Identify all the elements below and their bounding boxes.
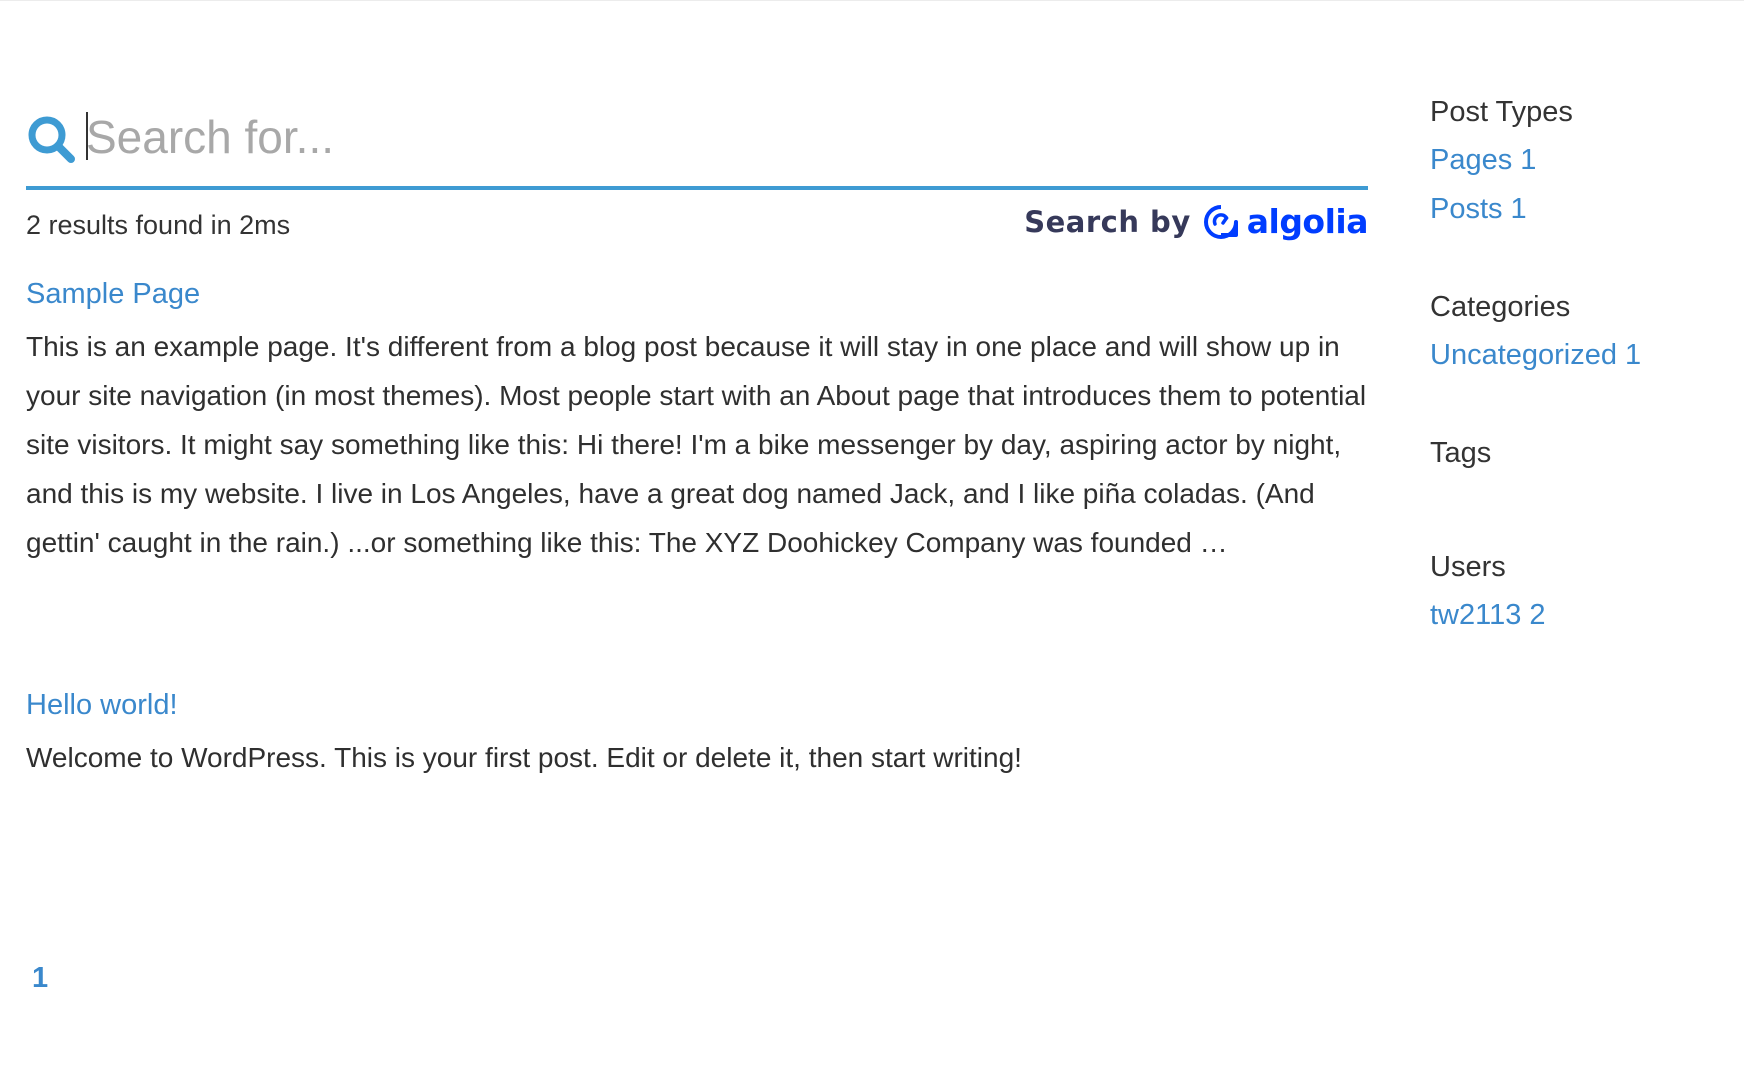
facet-title: Categories — [1430, 291, 1571, 323]
search-icon — [28, 116, 75, 163]
hit-excerpt: This is an example page. It's different … — [26, 331, 1367, 558]
search-input[interactable] — [86, 104, 1356, 170]
facets-sidebar: Post Types Pages 1 Posts 1 Categories Unca… — [1430, 92, 1730, 693]
hit-excerpt: Welcome to WordPress. This is your first… — [26, 742, 1022, 773]
facet-title: Tags — [1430, 437, 1492, 469]
facet-item-label: Pages — [1430, 144, 1513, 176]
algolia-logo-icon — [1203, 204, 1238, 239]
hit-item: Hello world! Welcome to WordPress. This … — [26, 685, 1368, 782]
facet-item-count: 1 — [1510, 193, 1527, 225]
pagination: 1 — [32, 962, 48, 995]
facet-title: Users — [1430, 551, 1506, 583]
facet-item-count: 1 — [1625, 339, 1642, 371]
algolia-logo: algolia — [1203, 202, 1369, 241]
facet-item-label: Uncategorized — [1430, 339, 1617, 371]
search-by-algolia-link[interactable]: Search by algolia — [1024, 202, 1368, 241]
search-results-main: 2 results found in 2ms Search by algolia… — [26, 96, 1369, 900]
search-by-label: Search by — [1024, 204, 1191, 239]
facet-item-posts[interactable]: Posts 1 — [1430, 189, 1730, 229]
facet-item-label: tw2113 — [1430, 599, 1522, 631]
facet-title: Post Types — [1430, 96, 1573, 128]
search-meta: 2 results found in 2ms Search by algolia — [26, 190, 1369, 252]
facet-categories: Categories Uncategorized 1 — [1430, 287, 1730, 375]
hits-list: Sample Page This is an example page. It'… — [26, 274, 1368, 782]
search-bar — [26, 96, 1368, 190]
facet-item-pages[interactable]: Pages 1 — [1430, 140, 1730, 180]
facet-item-count: 1 — [1520, 144, 1537, 176]
facet-post-types: Post Types Pages 1 Posts 1 — [1430, 92, 1730, 229]
top-divider — [0, 0, 1744, 1]
algolia-wordmark: algolia — [1246, 202, 1369, 241]
hit-title-link[interactable]: Hello world! — [26, 685, 178, 725]
facet-item-tw2113[interactable]: tw2113 2 — [1430, 595, 1730, 635]
hit-item: Sample Page This is an example page. It'… — [26, 274, 1368, 567]
facet-item-uncategorized[interactable]: Uncategorized 1 — [1430, 335, 1730, 375]
facet-users: Users tw2113 2 — [1430, 547, 1730, 635]
facet-tags: Tags — [1430, 433, 1730, 473]
results-count: 2 results found in 2ms — [26, 210, 291, 240]
facet-item-count: 2 — [1529, 599, 1546, 631]
hit-title-link[interactable]: Sample Page — [26, 274, 200, 314]
facet-item-label: Posts — [1430, 193, 1503, 225]
page-1-link[interactable]: 1 — [32, 962, 48, 994]
